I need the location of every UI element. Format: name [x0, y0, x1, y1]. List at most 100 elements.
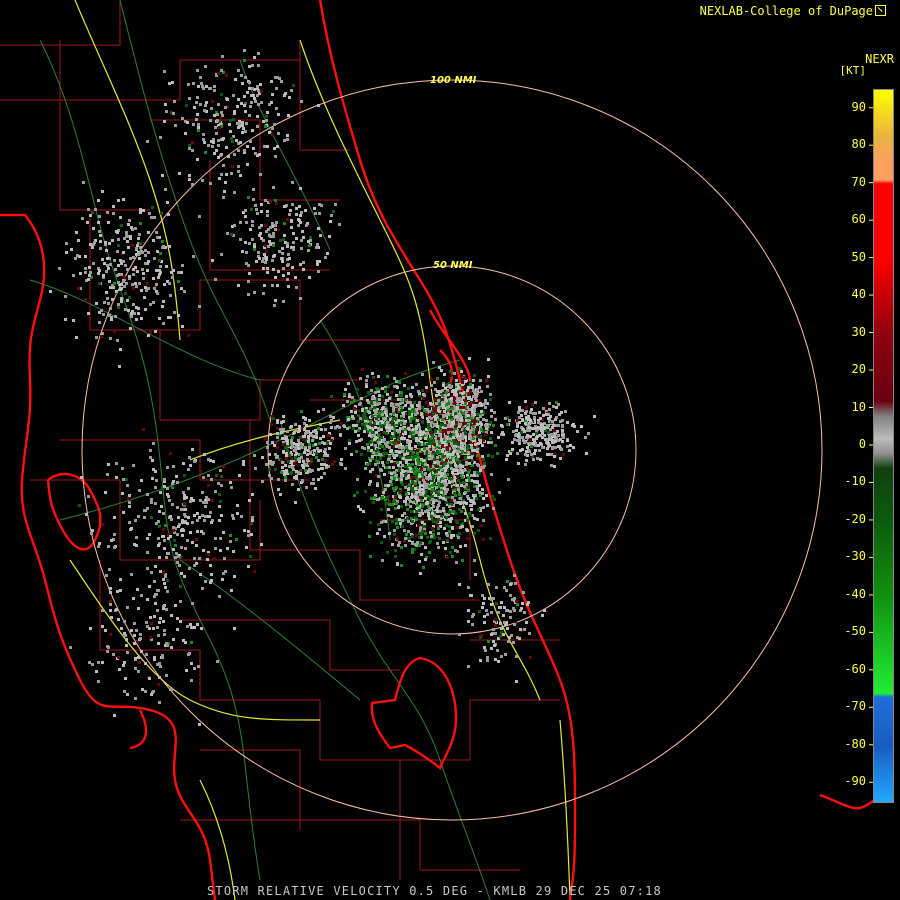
- echo-pixel: [373, 406, 376, 409]
- echo-pixel: [415, 427, 418, 430]
- echo-pixel: [389, 480, 392, 483]
- echo-pixel: [217, 156, 220, 159]
- echo-pixel: [379, 445, 382, 448]
- echo-pixel: [198, 305, 201, 308]
- echo-pixel: [388, 500, 391, 503]
- echo-pixel: [400, 472, 403, 475]
- echo-pixel: [162, 300, 165, 303]
- echo-pixel: [406, 401, 409, 404]
- echo-pixel: [165, 265, 168, 268]
- echo-pixel: [260, 90, 263, 93]
- echo-pixel: [285, 472, 288, 475]
- echo-pixel: [119, 348, 122, 351]
- echo-pixel: [422, 566, 425, 569]
- echo-pixel: [401, 450, 404, 453]
- echo-pixel: [377, 523, 380, 526]
- echo-pixel: [381, 461, 384, 464]
- echo-pixel: [211, 145, 214, 148]
- echo-pixel: [285, 469, 288, 472]
- echo-pixel: [117, 264, 120, 267]
- echo-pixel: [493, 411, 496, 414]
- echo-pixel: [474, 573, 477, 576]
- echo-pixel: [138, 489, 141, 492]
- echo-pixel: [286, 134, 289, 137]
- echo-pixel: [299, 436, 302, 439]
- echo-pixel: [98, 269, 101, 272]
- echo-pixel: [328, 447, 331, 450]
- echo-pixel: [249, 140, 252, 143]
- echo-pixel: [395, 486, 398, 489]
- echo-pixel: [441, 472, 444, 475]
- echo-pixel: [448, 525, 451, 528]
- echo-pixel: [436, 510, 439, 513]
- echo-pixel: [459, 545, 462, 548]
- echo-pixel: [221, 55, 224, 58]
- echo-pixel: [475, 497, 478, 500]
- echo-pixel: [435, 465, 438, 468]
- echo-pixel: [436, 390, 439, 393]
- echo-pixel: [443, 482, 446, 485]
- echo-pixel: [274, 76, 277, 79]
- echo-pixel: [375, 410, 378, 413]
- echo-pixel: [431, 488, 434, 491]
- echo-pixel: [192, 123, 195, 126]
- echo-pixel: [156, 236, 159, 239]
- echo-pixel: [390, 391, 393, 394]
- echo-pixel: [204, 151, 207, 154]
- echo-pixel: [100, 309, 103, 312]
- echo-pixel: [160, 505, 163, 508]
- echo-pixel: [170, 518, 173, 521]
- echo-pixel: [399, 490, 402, 493]
- echo-pixel: [467, 386, 470, 389]
- echo-pixel: [454, 501, 457, 504]
- echo-pixel: [209, 182, 212, 185]
- echo-pixel: [297, 458, 300, 461]
- echo-pixel: [408, 464, 411, 467]
- echo-pixel: [269, 462, 272, 465]
- echo-pixel: [403, 422, 406, 425]
- echo-pixel: [533, 416, 536, 419]
- echo-pixel: [332, 416, 335, 419]
- echo-pixel: [149, 303, 152, 306]
- echo-pixel: [459, 406, 462, 409]
- echo-pixel: [406, 517, 409, 520]
- echo-pixel: [230, 172, 233, 175]
- echo-pixel: [401, 519, 404, 522]
- echo-pixel: [469, 383, 472, 386]
- echo-pixel: [455, 421, 458, 424]
- echo-pixel: [273, 147, 276, 150]
- echo-pixel: [49, 290, 52, 293]
- echo-pixel: [423, 525, 426, 528]
- echo-pixel: [477, 529, 480, 532]
- echo-pixel: [475, 399, 478, 402]
- echo-pixel: [270, 80, 273, 83]
- echo-pixel: [541, 446, 544, 449]
- echo-pixel: [89, 271, 92, 274]
- echo-pixel: [146, 140, 149, 143]
- echo-pixel: [138, 257, 141, 260]
- echo-pixel: [130, 226, 133, 229]
- echo-pixel: [443, 475, 446, 478]
- echo-pixel: [529, 435, 532, 438]
- echo-pixel: [432, 476, 435, 479]
- echo-pixel: [119, 259, 122, 262]
- echo-pixel: [375, 452, 378, 455]
- echo-pixel: [339, 462, 342, 465]
- echo-pixel: [219, 117, 222, 120]
- echo-pixel: [513, 438, 516, 441]
- echo-pixel: [220, 69, 223, 72]
- echo-pixel: [428, 551, 431, 554]
- echo-pixel: [473, 532, 476, 535]
- echo-pixel: [361, 408, 364, 411]
- echo-pixel: [436, 524, 439, 527]
- echo-pixel: [180, 287, 183, 290]
- echo-pixel: [225, 146, 228, 149]
- echo-pixel: [448, 505, 451, 508]
- echo-pixel: [454, 464, 457, 467]
- echo-pixel: [373, 496, 376, 499]
- echo-pixel: [546, 424, 549, 427]
- echo-pixel: [429, 442, 432, 445]
- echo-pixel: [283, 139, 286, 142]
- echo-pixel: [410, 424, 413, 427]
- echo-pixel: [568, 449, 571, 452]
